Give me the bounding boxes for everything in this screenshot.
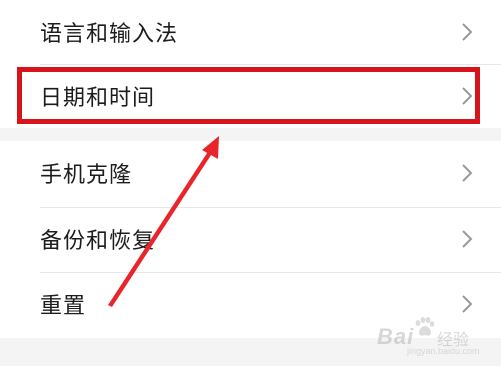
settings-item-label: 重置 (40, 294, 87, 319)
watermark-url: jingyan.baidu.com (407, 346, 480, 356)
settings-item-date-time[interactable]: 日期和时间 (0, 64, 501, 128)
settings-item-label: 备份和恢复 (40, 229, 156, 254)
settings-group-2: 手机克隆 备份和恢复 重置 (0, 141, 501, 338)
chevron-right-icon (461, 163, 473, 183)
chevron-right-icon (461, 229, 473, 249)
chevron-right-icon (461, 294, 473, 314)
settings-item-reset[interactable]: 重置 (0, 272, 501, 336)
settings-group-1: 语言和输入法 日期和时间 (0, 0, 501, 128)
settings-item-backup-restore[interactable]: 备份和恢复 (0, 207, 501, 271)
settings-item-language-input[interactable]: 语言和输入法 (0, 0, 501, 64)
settings-item-label: 语言和输入法 (40, 22, 179, 47)
settings-item-label: 日期和时间 (40, 86, 156, 111)
chevron-right-icon (461, 22, 473, 42)
settings-item-label: 手机克隆 (40, 163, 133, 188)
settings-item-phone-clone[interactable]: 手机克隆 (0, 141, 501, 205)
chevron-right-icon (461, 86, 473, 106)
